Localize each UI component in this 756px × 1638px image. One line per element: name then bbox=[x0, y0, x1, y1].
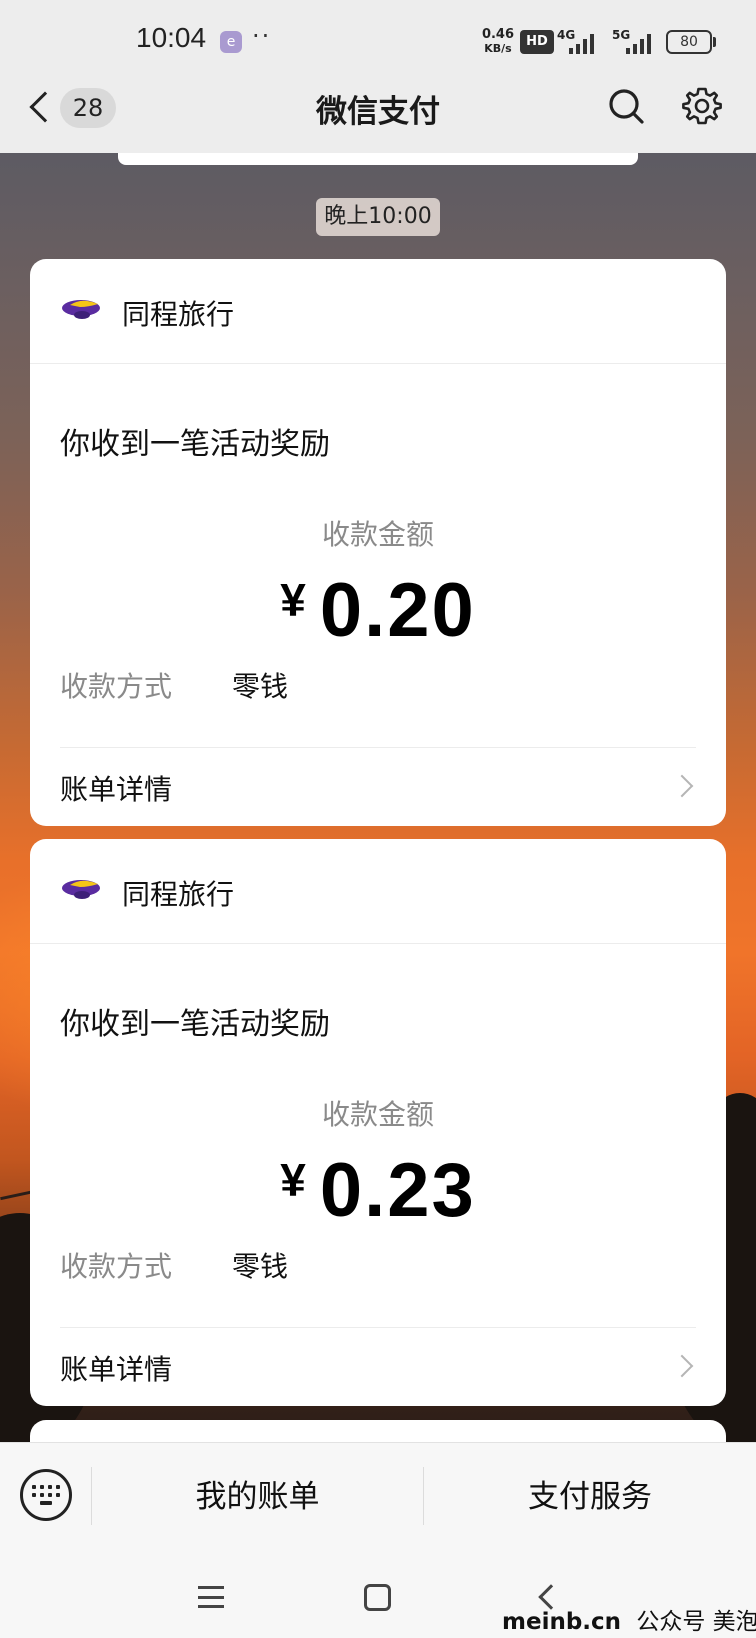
amount: ¥0.23 bbox=[30, 1147, 726, 1234]
bill-details-label: 账单详情 bbox=[60, 1353, 173, 1386]
merchant-logo-icon bbox=[62, 880, 100, 899]
amount-label: 收款金额 bbox=[321, 1098, 434, 1131]
notification-title: 你收到一笔活动奖励 bbox=[60, 427, 330, 462]
amount-value: 0.23 bbox=[319, 1148, 476, 1233]
home-button[interactable] bbox=[364, 1584, 391, 1611]
watermark-site: meinb.cn bbox=[502, 1609, 622, 1635]
payment-notification-card[interactable]: 同程旅行 你收到一笔活动奖励 收款金额 ¥0.23 收款方式 零钱 账单详情 bbox=[30, 839, 726, 1406]
keyboard-icon bbox=[32, 1485, 60, 1505]
status-time: 10:04 bbox=[136, 22, 207, 53]
battery-icon: 80 bbox=[666, 30, 712, 54]
payment-method-label: 收款方式 bbox=[60, 670, 173, 703]
amount: ¥0.20 bbox=[30, 567, 726, 654]
card-header: 同程旅行 bbox=[30, 839, 726, 944]
network-speed-unit: KB/s bbox=[484, 42, 512, 55]
keyboard-toggle-button[interactable] bbox=[20, 1469, 72, 1521]
recent-apps-button[interactable] bbox=[198, 1586, 224, 1608]
payment-method-value: 零钱 bbox=[232, 670, 289, 703]
currency-symbol: ¥ bbox=[280, 1154, 306, 1206]
payment-method-label: 收款方式 bbox=[60, 1250, 173, 1283]
payment-method-value: 零钱 bbox=[232, 1250, 289, 1283]
search-icon[interactable] bbox=[606, 86, 646, 126]
gear-icon[interactable] bbox=[682, 86, 722, 126]
chevron-right-icon bbox=[670, 774, 694, 798]
network-speed-value: 0.46 bbox=[481, 27, 515, 42]
merchant-logo-icon bbox=[62, 300, 100, 319]
chevron-right-icon bbox=[670, 1354, 694, 1378]
notification-app-icon: e bbox=[220, 31, 242, 53]
bottom-menu-bar: 我的账单 支付服务 bbox=[0, 1442, 756, 1548]
card-header: 同程旅行 bbox=[30, 259, 726, 364]
watermark-account: 公众号 美泡君 bbox=[636, 1609, 756, 1635]
merchant-name: 同程旅行 bbox=[122, 298, 235, 331]
signal-icon bbox=[569, 32, 594, 54]
watermark: meinb.cn 公众号 美泡君 bbox=[502, 1602, 756, 1636]
notification-title: 你收到一笔活动奖励 bbox=[60, 1007, 330, 1042]
battery-nub bbox=[713, 37, 716, 47]
amount-label: 收款金额 bbox=[321, 518, 434, 551]
bill-details-link[interactable]: 账单详情 bbox=[30, 748, 726, 826]
system-navigation-bar: meinb.cn 公众号 美泡君 bbox=[0, 1548, 756, 1638]
message-timestamp: 晚上10:00 bbox=[316, 198, 440, 236]
currency-symbol: ¥ bbox=[280, 574, 306, 626]
previous-message-card-edge bbox=[118, 153, 638, 165]
status-bar: 10:04 e ·· 0.46 KB/s HD 4G 5G 80 bbox=[0, 0, 756, 84]
my-bills-button[interactable]: 我的账单 bbox=[92, 1471, 423, 1516]
network-speed: 0.46 KB/s bbox=[481, 28, 515, 56]
signal-icon-2 bbox=[626, 32, 651, 54]
merchant-name: 同程旅行 bbox=[122, 878, 235, 911]
status-more-icon: ·· bbox=[252, 22, 272, 50]
chat-header: 28 微信支付 bbox=[0, 84, 756, 153]
payment-notification-card[interactable]: 同程旅行 你收到一笔活动奖励 收款金额 ¥0.20 收款方式 零钱 账单详情 bbox=[30, 259, 726, 826]
bill-details-link[interactable]: 账单详情 bbox=[30, 1328, 726, 1406]
bill-details-label: 账单详情 bbox=[60, 773, 173, 806]
hd-badge-icon: HD bbox=[520, 30, 554, 54]
amount-value: 0.20 bbox=[319, 568, 476, 653]
payment-services-button[interactable]: 支付服务 bbox=[424, 1471, 756, 1516]
